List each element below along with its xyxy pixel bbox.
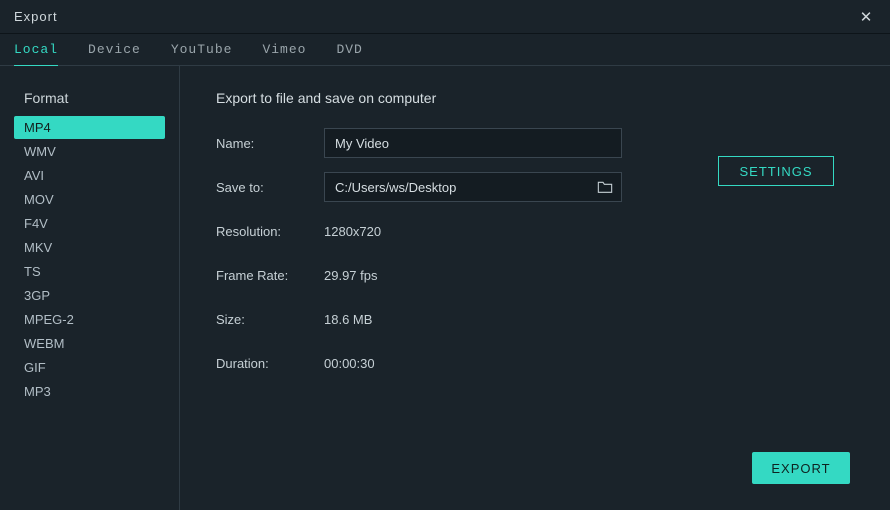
- tab-vimeo[interactable]: Vimeo: [262, 34, 306, 65]
- save-to-label: Save to:: [216, 180, 324, 195]
- format-item-avi[interactable]: AVI: [14, 164, 165, 187]
- close-icon: ✕: [860, 9, 873, 26]
- duration-value: 00:00:30: [324, 356, 375, 371]
- tab-local[interactable]: Local: [14, 34, 58, 65]
- frame-rate-value: 29.97 fps: [324, 268, 378, 283]
- export-button[interactable]: EXPORT: [752, 452, 850, 484]
- format-sidebar: Format MP4 WMV AVI MOV F4V MKV TS 3GP MP…: [0, 66, 180, 510]
- format-item-mpeg2[interactable]: MPEG-2: [14, 308, 165, 331]
- resolution-label: Resolution:: [216, 224, 324, 239]
- body: Format MP4 WMV AVI MOV F4V MKV TS 3GP MP…: [0, 66, 890, 510]
- format-item-ts[interactable]: TS: [14, 260, 165, 283]
- tab-device[interactable]: Device: [88, 34, 141, 65]
- tab-bar: Local Device YouTube Vimeo DVD: [0, 34, 890, 66]
- close-button[interactable]: ✕: [856, 8, 876, 26]
- format-item-wmv[interactable]: WMV: [14, 140, 165, 163]
- main-panel: Export to file and save on computer Name…: [180, 66, 890, 510]
- format-item-webm[interactable]: WEBM: [14, 332, 165, 355]
- resolution-row: Resolution: 1280x720: [216, 216, 862, 246]
- size-label: Size:: [216, 312, 324, 327]
- tab-dvd[interactable]: DVD: [336, 34, 362, 65]
- name-label: Name:: [216, 136, 324, 151]
- format-item-mov[interactable]: MOV: [14, 188, 165, 211]
- name-row: Name:: [216, 128, 862, 158]
- format-item-mp4[interactable]: MP4: [14, 116, 165, 139]
- format-item-mp3[interactable]: MP3: [14, 380, 165, 403]
- format-item-mkv[interactable]: MKV: [14, 236, 165, 259]
- format-item-3gp[interactable]: 3GP: [14, 284, 165, 307]
- frame-rate-label: Frame Rate:: [216, 268, 324, 283]
- duration-row: Duration: 00:00:30: [216, 348, 862, 378]
- settings-button[interactable]: SETTINGS: [718, 156, 834, 186]
- frame-rate-row: Frame Rate: 29.97 fps: [216, 260, 862, 290]
- format-item-gif[interactable]: GIF: [14, 356, 165, 379]
- folder-icon[interactable]: [597, 180, 613, 194]
- save-to-path: C:/Users/ws/Desktop: [335, 180, 597, 195]
- duration-label: Duration:: [216, 356, 324, 371]
- export-window: Export ✕ Local Device YouTube Vimeo DVD …: [0, 0, 890, 510]
- format-heading: Format: [24, 90, 165, 106]
- save-to-input-wrap[interactable]: C:/Users/ws/Desktop: [324, 172, 622, 202]
- title-bar: Export ✕: [0, 0, 890, 34]
- format-item-f4v[interactable]: F4V: [14, 212, 165, 235]
- size-value: 18.6 MB: [324, 312, 372, 327]
- name-input[interactable]: [324, 128, 622, 158]
- resolution-value: 1280x720: [324, 224, 381, 239]
- window-title: Export: [14, 9, 58, 24]
- tab-youtube[interactable]: YouTube: [171, 34, 233, 65]
- main-heading: Export to file and save on computer: [216, 90, 862, 106]
- size-row: Size: 18.6 MB: [216, 304, 862, 334]
